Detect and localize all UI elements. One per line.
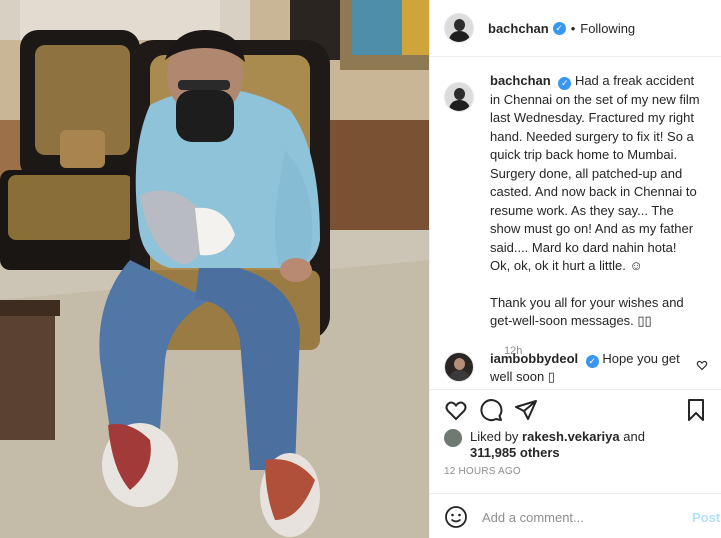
liker-avatar[interactable] bbox=[444, 429, 462, 447]
photo-illustration bbox=[0, 0, 429, 538]
caption-paragraph-2: Ok, ok, ok it hurt a little. ☺ bbox=[490, 258, 643, 273]
bookmark-icon[interactable] bbox=[684, 398, 708, 422]
verified-icon: ✓ bbox=[552, 21, 566, 35]
verified-icon: ✓ bbox=[558, 77, 572, 90]
emoji-icon[interactable] bbox=[444, 505, 468, 529]
post-side-panel: bachchan ✓ • Following bachchan ✓ Had a … bbox=[430, 0, 721, 538]
post-timestamp[interactable]: 12 HOURS AGO bbox=[444, 466, 521, 477]
actions-section: Liked by rakesh.vekariya and 311,985 oth… bbox=[430, 389, 721, 538]
following-button[interactable]: Following bbox=[580, 21, 635, 36]
caption-username[interactable]: bachchan bbox=[490, 73, 551, 88]
comment-row: iambobbydeol ✓ Hope you get well soon ▯ bbox=[444, 350, 714, 386]
caption-area: bachchan ✓ Had a freak accident in Chenn… bbox=[430, 72, 721, 357]
post-header: bachchan ✓ • Following bbox=[430, 0, 721, 57]
likes-summary: Liked by rakesh.vekariya and 311,985 oth… bbox=[444, 429, 670, 461]
add-comment-bar: Add a comment... Post bbox=[430, 493, 721, 538]
comment-like-heart-icon[interactable] bbox=[696, 359, 708, 371]
post-dialog: bachchan ✓ • Following bachchan ✓ Had a … bbox=[0, 0, 721, 538]
share-icon[interactable] bbox=[514, 398, 538, 422]
caption-paragraph-3: Thank you all for your wishes and get-we… bbox=[490, 294, 684, 329]
avatar[interactable] bbox=[444, 13, 474, 43]
likes-prefix: Liked by bbox=[470, 429, 519, 444]
heart-icon[interactable] bbox=[444, 398, 468, 422]
comment-icon[interactable] bbox=[479, 398, 503, 422]
comment-username[interactable]: iambobbydeol bbox=[490, 351, 578, 366]
post-comment-button[interactable]: Post bbox=[692, 510, 720, 525]
caption-text: bachchan ✓ Had a freak accident in Chenn… bbox=[490, 72, 705, 331]
comment-text: iambobbydeol ✓ Hope you get well soon ▯ bbox=[490, 350, 690, 386]
caption-paragraph-1: Had a freak accident in Chennai on the s… bbox=[490, 73, 700, 255]
action-bar bbox=[444, 398, 708, 422]
comment-avatar[interactable] bbox=[444, 352, 474, 382]
post-photo[interactable] bbox=[0, 0, 430, 538]
comment-input[interactable]: Add a comment... bbox=[482, 510, 692, 525]
verified-icon: ✓ bbox=[585, 355, 599, 368]
caption-avatar[interactable] bbox=[444, 82, 474, 112]
likes-joiner: and bbox=[623, 429, 645, 444]
likes-count[interactable]: 311,985 others bbox=[470, 445, 560, 460]
header-username[interactable]: bachchan bbox=[488, 21, 549, 36]
liker-username[interactable]: rakesh.vekariya bbox=[522, 429, 620, 444]
separator-dot: • bbox=[570, 20, 576, 36]
